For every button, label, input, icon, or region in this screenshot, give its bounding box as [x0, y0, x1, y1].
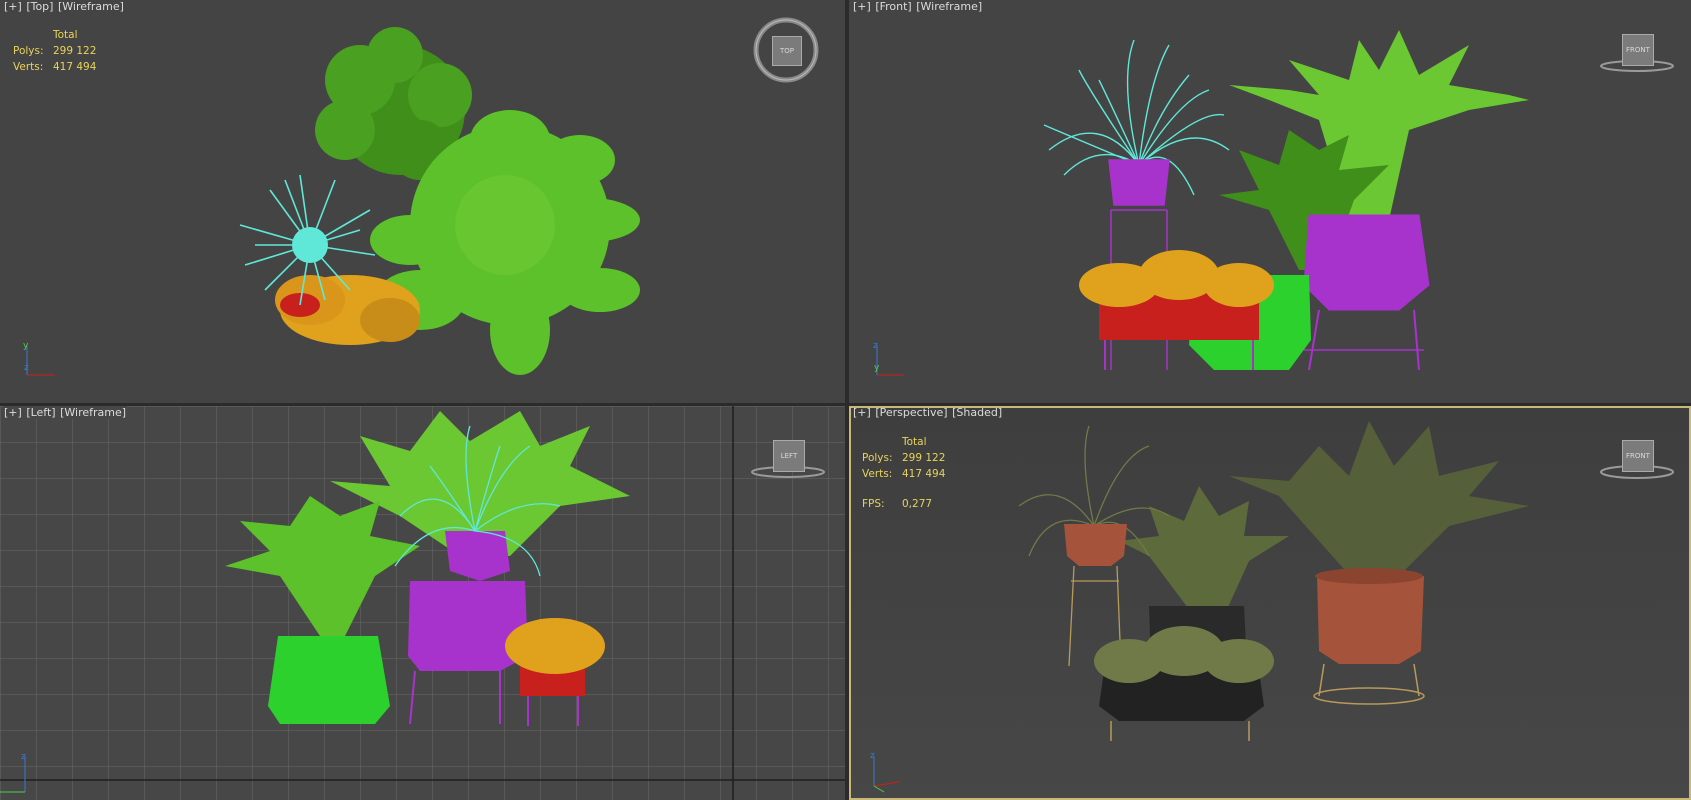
svg-text:z: z [21, 752, 26, 762]
plant-persp-long-planter [1094, 626, 1274, 741]
plant-left-green-pot [268, 636, 390, 724]
plant-left-dark [225, 496, 420, 636]
plant-persp-middle-palm [1119, 486, 1289, 616]
viewport-perspective[interactable]: [+] [Perspective] [Shaded] Total Polys: 2… [849, 406, 1691, 800]
plant-top-orange [275, 275, 420, 345]
svg-text:z: z [24, 363, 29, 373]
axis-gizmo: z [0, 752, 26, 793]
viewport-divider-horizontal[interactable] [0, 403, 1691, 406]
axis-gizmo: z [870, 751, 900, 793]
viewport-divider-vertical[interactable] [845, 0, 849, 800]
svg-text:y: y [23, 341, 29, 351]
scene-front-view: z y [873, 30, 1529, 376]
viewport-front[interactable]: [+] [Front] [Wireframe] FRONT z y [849, 0, 1691, 403]
svg-text:z: z [873, 341, 878, 351]
plant-left-red-planter [505, 618, 605, 726]
axis-gizmo: y z [23, 341, 55, 376]
plant-front-magenta-basket [1303, 214, 1430, 371]
viewport-top[interactable]: [+] [Top] [Wireframe] Total Polys: 299 12… [0, 0, 845, 403]
svg-text:z: z [870, 751, 875, 761]
plant-persp-small-pot [1064, 524, 1127, 566]
axis-gizmo: z y [873, 341, 904, 376]
plant-left-magenta-pot [445, 531, 510, 581]
plant-persp-big-palm [1229, 421, 1529, 586]
scene-perspective-view: z [870, 421, 1529, 793]
viewport-left[interactable]: [+] [Left] [Wireframe] LEFT z [0, 406, 845, 800]
scene-left-view: z [0, 411, 630, 793]
plant-persp-terracotta-pot [1313, 568, 1425, 705]
svg-text:y: y [874, 363, 880, 373]
scene-top-view: y z [23, 27, 640, 376]
